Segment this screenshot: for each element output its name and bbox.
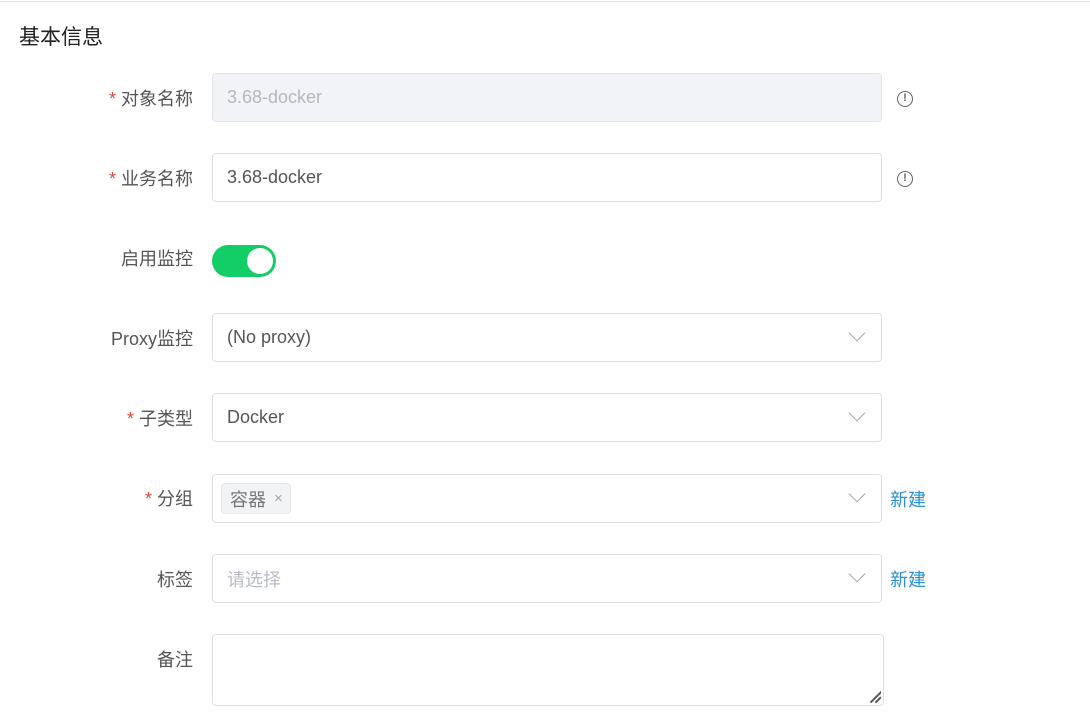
info-circle-icon[interactable]: ! [897,171,913,187]
group-label: * 分组 [144,489,193,509]
proxy-select[interactable]: (No proxy) [212,313,882,362]
subtype-select[interactable]: Docker [212,393,882,442]
group-new-link[interactable]: 新建 [890,488,926,512]
tags-select[interactable]: 请选择 [212,554,882,603]
top-divider [0,1,1090,2]
required-mark: * [126,409,134,429]
object-name-label: * 对象名称 [108,89,193,109]
tags-placeholder: 请选择 [227,569,281,590]
remark-label: 备注 [157,650,193,670]
chevron-down-icon [848,485,866,503]
close-icon[interactable]: × [274,490,283,507]
object-name-input: 3.68-docker [212,73,882,122]
switch-knob [247,248,273,274]
section-title: 基本信息 [19,26,103,49]
chevron-down-icon [848,404,866,422]
business-name-label: * 业务名称 [108,169,193,189]
business-name-input[interactable]: 3.68-docker [212,153,882,202]
required-mark: * [144,489,152,509]
chevron-down-icon [848,565,866,583]
resize-handle-icon[interactable] [867,689,881,703]
proxy-label: Proxy监控 [110,329,193,349]
group-tag: 容器 × [221,483,291,514]
info-circle-icon[interactable]: ! [897,91,913,107]
enable-monitor-switch[interactable] [212,245,276,277]
enable-monitor-label: 启用监控 [121,249,193,269]
chevron-down-icon [848,324,866,342]
group-select[interactable]: 容器 × [212,474,882,523]
required-mark: * [108,169,116,189]
group-tag-label: 容器 [230,489,266,510]
remark-textarea[interactable] [212,634,884,706]
required-mark: * [108,89,116,109]
tags-new-link[interactable]: 新建 [890,568,926,592]
subtype-label: * 子类型 [126,409,193,429]
tags-label: 标签 [157,570,193,590]
